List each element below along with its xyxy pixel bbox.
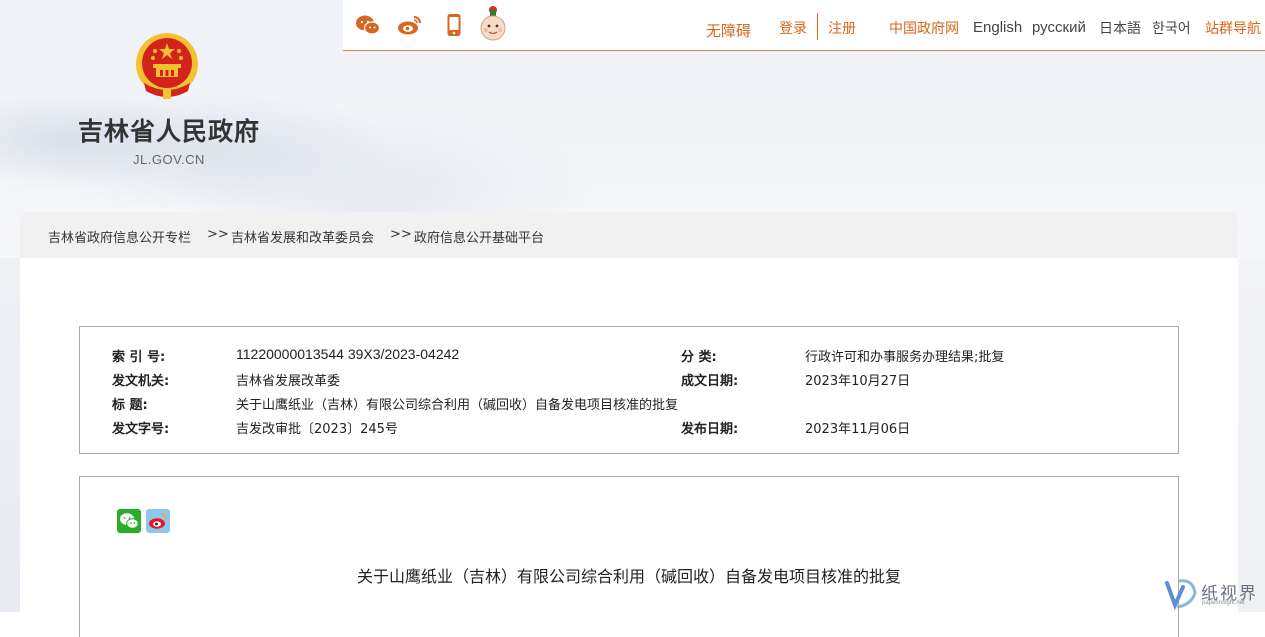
national-emblem-icon[interactable] [134, 31, 200, 101]
date-written-label: 成文日期: [681, 374, 739, 389]
watermark: 纸视界 paperinsight.net [1163, 577, 1263, 611]
document-metadata-table: 索 引 号: 11220000013544 39X3/2023-04242 分 … [79, 326, 1179, 454]
wechat-share-icon[interactable] [117, 509, 141, 533]
publish-date-label: 发布日期: [681, 422, 739, 437]
russian-link[interactable]: русский [1032, 19, 1086, 36]
title-value: 关于山鹰纸业（吉林）有限公司综合利用（碱回收）自备发电项目核准的批复 [236, 398, 679, 413]
doc-number-label: 发文字号: [112, 422, 170, 437]
breadcrumb-separator: >> [207, 227, 229, 242]
doc-number-value: 吉发改审批〔2023〕245号 [236, 422, 398, 437]
article-panel: 关于山鹰纸业（吉林）有限公司综合利用（碱回收）自备发电项目核准的批复 [79, 476, 1179, 637]
category-label: 分 类: [681, 350, 717, 365]
site-title[interactable]: 吉林省人民政府 [78, 112, 260, 148]
watermark-subtext: paperinsight.net [1202, 600, 1245, 606]
login-link[interactable]: 登录 [779, 18, 807, 38]
publish-date-value: 2023年11月06日 [805, 422, 911, 437]
article-title: 关于山鹰纸业（吉林）有限公司综合利用（碱回收）自备发电项目核准的批复 [356, 567, 901, 586]
background-left [0, 258, 20, 612]
korean-link[interactable]: 한국어 [1152, 18, 1191, 38]
background-right [1238, 258, 1265, 612]
date-written-value: 2023年10月27日 [805, 374, 911, 389]
top-nav-bar: 无障碍 登录 注册 中国政府网 English русский 日本語 한국어 … [343, 0, 1265, 51]
issuer-label: 发文机关: [112, 374, 170, 389]
issuer-value: 吉林省发展改革委 [236, 374, 341, 389]
breadcrumb-separator: >> [390, 227, 412, 242]
japanese-link[interactable]: 日本語 [1099, 18, 1141, 38]
mobile-icon[interactable] [441, 12, 467, 38]
central-gov-link[interactable]: 中国政府网 [889, 18, 959, 38]
accessibility-link[interactable]: 无障碍 [706, 20, 751, 41]
weibo-share-icon[interactable] [146, 509, 170, 533]
breadcrumb: 吉林省政府信息公开专栏 >> 吉林省发展和改革委员会 >> 政府信息公开基础平台 [20, 212, 1238, 258]
content-area: 吉林省政府信息公开专栏 >> 吉林省发展和改革委员会 >> 政府信息公开基础平台… [20, 212, 1238, 637]
weibo-icon[interactable] [397, 12, 423, 38]
breadcrumb-item-platform[interactable]: 政府信息公开基础平台 [414, 227, 544, 246]
register-link[interactable]: 注册 [828, 18, 856, 38]
sitemap-link[interactable]: 站群导航 [1205, 18, 1261, 38]
english-link[interactable]: English [973, 19, 1022, 36]
index-label: 索 引 号: [112, 350, 166, 365]
index-value: 11220000013544 39X3/2023-04242 [236, 346, 460, 362]
title-label: 标 题: [112, 398, 148, 413]
watermark-logo-icon [1165, 579, 1197, 611]
mascot-icon[interactable] [479, 4, 507, 42]
category-value: 行政许可和办事服务办理结果;批复 [805, 350, 1005, 365]
breadcrumb-item-info-column[interactable]: 吉林省政府信息公开专栏 [48, 227, 191, 246]
breadcrumb-item-drc[interactable]: 吉林省发展和改革委员会 [231, 227, 374, 246]
wechat-icon[interactable] [355, 12, 381, 38]
site-domain: JL.GOV.CN [133, 152, 205, 167]
nav-separator [817, 13, 818, 40]
